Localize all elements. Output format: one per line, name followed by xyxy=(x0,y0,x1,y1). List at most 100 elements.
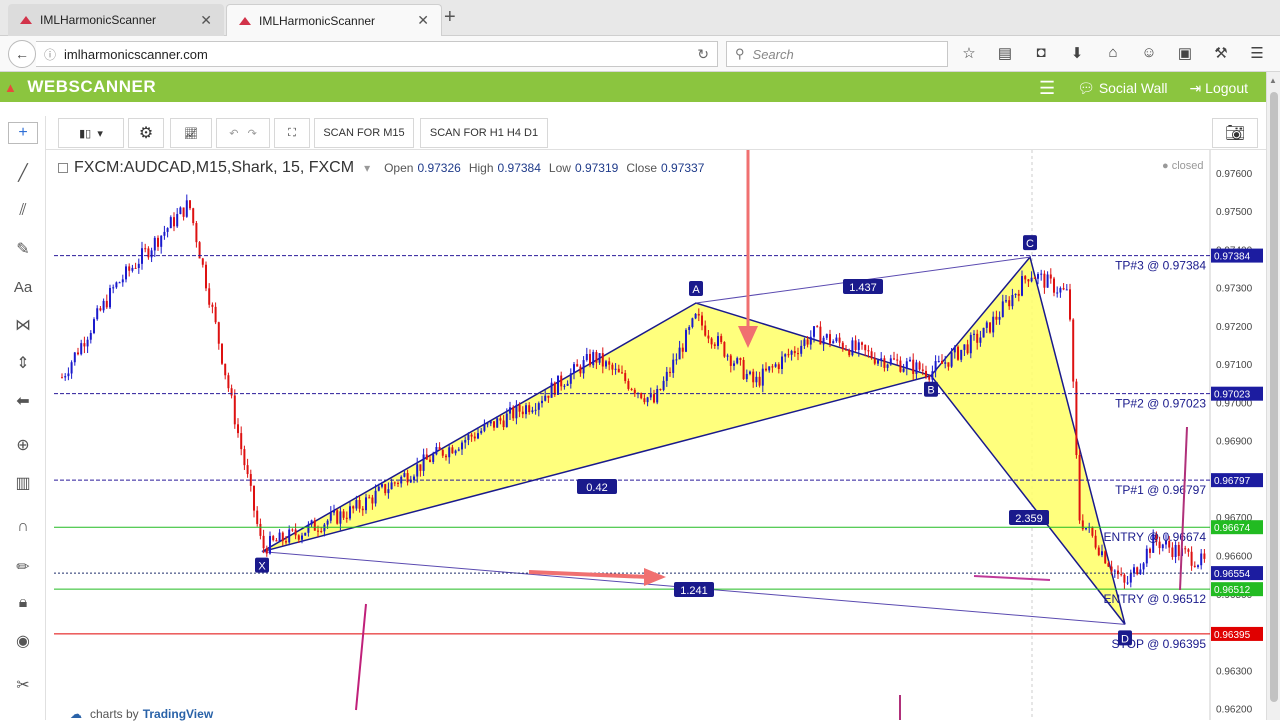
scrollbar-thumb[interactable] xyxy=(1270,92,1278,702)
trendline-tool[interactable]: ╱ xyxy=(12,162,34,184)
page-scrollbar[interactable]: ▲ xyxy=(1266,72,1280,720)
candle-body xyxy=(1040,273,1043,275)
candle-body xyxy=(989,322,991,333)
candle-body xyxy=(368,497,371,499)
level-label: TP#1 @ 0.96797 xyxy=(1115,483,1206,497)
pattern-tool[interactable]: ⋈ xyxy=(12,314,34,336)
candle-body xyxy=(160,235,163,247)
undo-icon[interactable]: ↶ xyxy=(229,127,238,140)
logout-link[interactable]: ⇥ Logout xyxy=(1190,80,1248,97)
candle-body xyxy=(374,490,377,504)
candle-body xyxy=(73,352,76,363)
chart-type-button[interactable]: ▮▯ ▾ xyxy=(58,118,124,148)
reload-icon[interactable]: ↻ xyxy=(697,46,709,63)
search-input[interactable]: ⚲ Search xyxy=(726,41,948,67)
candle-body xyxy=(413,476,415,481)
scan-h1-h4-d1-button[interactable]: SCAN FOR H1 H4 D1 xyxy=(420,118,548,148)
text-tool[interactable]: Aa xyxy=(12,276,34,298)
settings-button[interactable]: ⚙ xyxy=(128,118,164,148)
stay-drawing-tool[interactable]: ✏ xyxy=(12,556,34,578)
ratio-label: 1.437 xyxy=(849,282,877,294)
scroll-up-icon[interactable]: ▲ xyxy=(1269,76,1277,85)
bookmark-star-icon[interactable]: ☆ xyxy=(958,44,980,62)
ruler-tool[interactable]: ▥ xyxy=(12,472,34,494)
url-bar[interactable]: ⓘ imlharmonicscanner.com ↻ xyxy=(36,41,718,67)
candle-body xyxy=(518,404,521,412)
candle-body xyxy=(928,376,931,380)
arrow-tool[interactable]: ⬅ xyxy=(12,390,34,412)
candle-body xyxy=(182,207,185,217)
candle-body xyxy=(262,535,265,549)
candle-body xyxy=(947,362,950,367)
hamburger-menu-icon[interactable]: ☰ xyxy=(1039,78,1055,99)
social-wall-link[interactable]: 💬︎ Social Wall xyxy=(1077,80,1167,97)
redo-icon[interactable]: ↷ xyxy=(248,127,257,140)
browser-tab-2[interactable]: IMLHarmonicScanner ✕ xyxy=(226,4,442,36)
close-icon[interactable]: ✕ xyxy=(200,12,212,29)
url-text: imlharmonicscanner.com xyxy=(64,46,208,62)
annotation-arrowhead-right xyxy=(644,568,666,586)
candle-body xyxy=(621,372,623,374)
legend-dropdown-icon[interactable]: ▾ xyxy=(364,161,370,175)
amazon-icon[interactable]: ▣ xyxy=(1174,44,1196,62)
candle-body xyxy=(563,385,566,387)
candle-body xyxy=(611,364,614,370)
candle-body xyxy=(694,313,697,319)
candle-body xyxy=(64,376,67,378)
candle-body xyxy=(345,517,348,519)
indicators-button[interactable]: 📈︎ xyxy=(170,118,212,148)
collapse-legend-icon[interactable] xyxy=(58,163,68,173)
candle-body xyxy=(560,375,563,387)
pocket-icon[interactable]: ◘ xyxy=(1030,44,1052,62)
candle-body xyxy=(489,421,492,424)
back-button[interactable]: ← xyxy=(8,40,36,68)
download-icon[interactable]: ⬇ xyxy=(1066,44,1088,62)
candle-body xyxy=(1046,274,1049,288)
snapshot-button[interactable]: 📷︎ xyxy=(1212,118,1258,148)
candle-body xyxy=(963,344,966,350)
zoom-tool[interactable]: ⊕ xyxy=(12,434,34,456)
close-icon[interactable]: ✕ xyxy=(417,12,429,29)
candle-body xyxy=(441,449,444,456)
reader-list-icon[interactable]: ▤ xyxy=(994,44,1016,62)
hide-drawings-tool[interactable]: ◉ xyxy=(12,630,34,652)
candle-body xyxy=(419,464,422,471)
price-badge-label: 0.96797 xyxy=(1214,476,1251,487)
brush-tool[interactable]: ✎ xyxy=(12,238,34,260)
lock-tool[interactable]: 🔒︎ xyxy=(12,592,34,614)
candle-body xyxy=(509,407,511,414)
browser-tab-1[interactable]: IMLHarmonicScanner ✕ xyxy=(8,4,224,36)
candle-body xyxy=(777,364,780,369)
candle-body xyxy=(857,342,860,350)
brand[interactable]: ▲ WEBSCANNER xyxy=(4,77,156,97)
candle-body xyxy=(861,342,863,345)
chart-symbol[interactable]: FXCM:AUDCAD,M15,Shark, 15, FXCM xyxy=(74,159,354,177)
fib-tool[interactable]: ⫽ xyxy=(12,200,34,222)
home-icon[interactable]: ⌂ xyxy=(1102,44,1124,62)
candle-body xyxy=(406,473,409,483)
measure-tool[interactable]: ⇕ xyxy=(12,352,34,374)
candle-body xyxy=(717,336,719,346)
tools-icon[interactable]: ⚒ xyxy=(1210,44,1232,62)
fullscreen-button[interactable]: ⛶ xyxy=(274,118,310,148)
new-tab-button[interactable]: + xyxy=(444,6,456,29)
candle-body xyxy=(1136,567,1139,575)
candle-body xyxy=(755,376,758,383)
price-chart[interactable]: 0.976000.975000.974000.973000.972000.971… xyxy=(54,150,1266,720)
candle-body xyxy=(541,400,543,404)
remove-drawings-tool[interactable]: ✂ xyxy=(12,674,34,696)
tab-title: IMLHarmonicScanner xyxy=(259,13,376,28)
info-icon[interactable]: ⓘ xyxy=(44,46,56,63)
candle-body xyxy=(259,523,262,536)
pivot-label: A xyxy=(692,284,700,296)
magnet-tool[interactable]: ∩ xyxy=(12,516,34,538)
tradingview-credit[interactable]: ☁ charts by TradingView xyxy=(70,707,213,721)
candle-body xyxy=(317,530,319,532)
crosshair-tool[interactable]: + xyxy=(8,122,38,144)
chat-icon[interactable]: ☺ xyxy=(1138,44,1160,62)
scan-m15-button[interactable]: SCAN FOR M15 xyxy=(314,118,414,148)
candle-body xyxy=(573,364,575,374)
menu-icon[interactable]: ☰ xyxy=(1246,44,1268,62)
candle-body xyxy=(841,342,844,350)
candle-body xyxy=(896,359,899,361)
